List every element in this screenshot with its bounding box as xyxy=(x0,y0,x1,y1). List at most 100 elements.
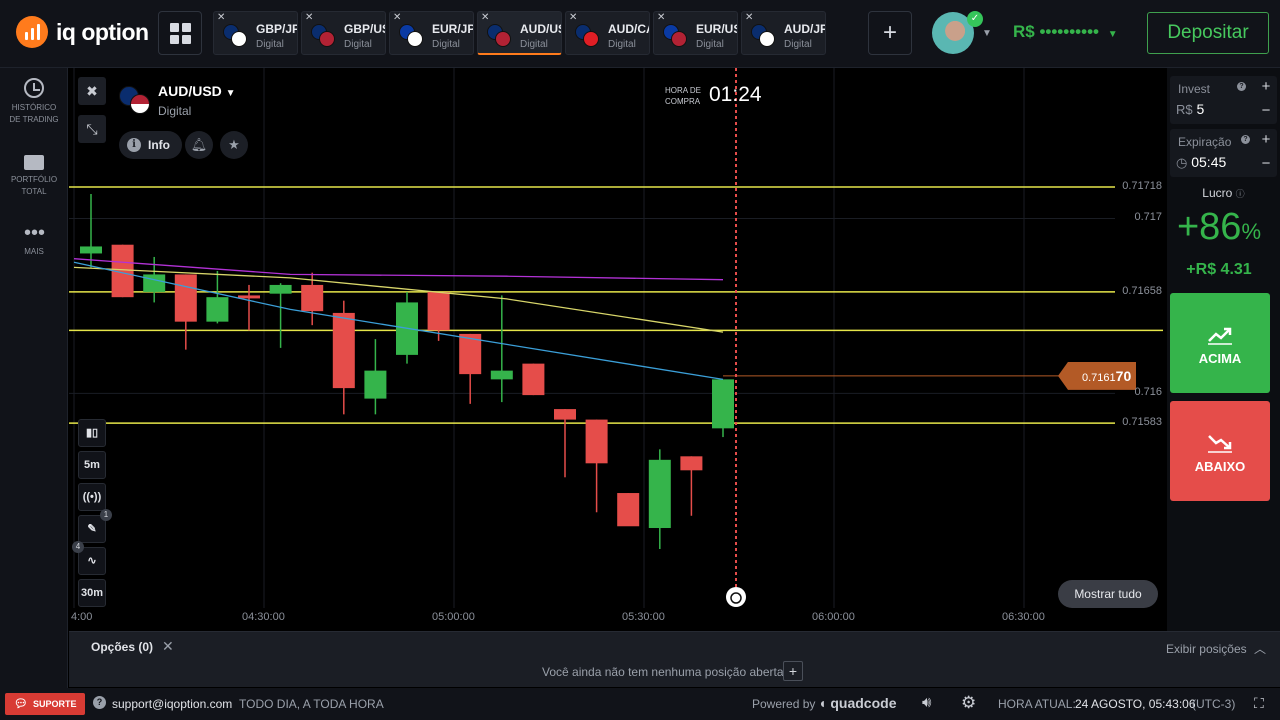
tab-type: Digital xyxy=(696,39,724,50)
alert-bell-button[interactable]: 🔔︎ xyxy=(185,131,213,159)
close-tab-icon[interactable]: ✕ xyxy=(305,12,313,23)
sidebar-item-label: PORTFÓLIO xyxy=(10,175,58,184)
sidebar-item-portfolio[interactable]: PORTFÓLIO TOTAL xyxy=(0,150,68,198)
y-tick-label: 0.716 xyxy=(1134,386,1162,399)
chart-down-icon xyxy=(1208,435,1232,453)
help-icon[interactable]: ? xyxy=(1237,82,1246,91)
asset-name: AUD/USD ▼ xyxy=(158,83,236,99)
support-button[interactable]: 💬︎ SUPORTE xyxy=(5,693,85,715)
invest-field[interactable]: Invest ? R$ 5 + − xyxy=(1170,76,1277,124)
x-tick-label: 06:30:00 xyxy=(1002,611,1045,623)
chevron-down-icon: ▼ xyxy=(1107,29,1118,40)
close-chart-button[interactable]: ✖ xyxy=(78,77,106,105)
x-tick-label: 4:00 xyxy=(71,611,93,623)
sidebar-item-label: TOTAL xyxy=(21,187,47,196)
chart-up-icon xyxy=(1208,327,1232,345)
volume-icon[interactable]: 🔊︎ xyxy=(922,694,931,711)
trade-panel: Invest ? R$ 5 + − Expiração ? ◷ 05:45 + … xyxy=(1167,68,1280,631)
tab-pair: GBP/JPY xyxy=(256,22,297,36)
asset-tab[interactable]: ✕ AUD/JPY Digital xyxy=(741,11,826,55)
invest-value[interactable]: R$ 5 xyxy=(1176,101,1204,117)
top-bar: iq option ✕ GBP/JPY Digital ✕ GBP/USD Digital… xyxy=(0,0,1280,68)
expiry-increase-button[interactable]: + xyxy=(1257,130,1275,152)
y-tick-label: 0.71658 xyxy=(1122,284,1162,297)
moving-average-line xyxy=(73,258,724,281)
current-time: 24 AGOSTO, 05:43:06 xyxy=(1075,697,1196,711)
invest-decrease-button[interactable]: − xyxy=(1257,101,1275,123)
candlestick-icon: ▮▯ xyxy=(85,427,99,439)
fullscreen-icon[interactable]: ⛶ xyxy=(1254,695,1264,712)
wave-icon: ∿ xyxy=(87,555,97,567)
verified-icon: ✓ xyxy=(967,11,983,27)
tab-type: Digital xyxy=(784,39,812,50)
signals-button[interactable]: ((•)) xyxy=(78,483,106,511)
asset-tab[interactable]: ✕ EUR/USD Digital xyxy=(653,11,738,55)
close-tab-icon[interactable]: ✕ xyxy=(569,12,577,23)
x-tick-label: 06:00:00 xyxy=(812,611,855,623)
asset-type: Digital xyxy=(158,104,192,118)
sidebar-item-more[interactable]: ••• MAIS xyxy=(0,223,68,258)
show-all-button[interactable]: Mostrar tudo xyxy=(1058,580,1158,608)
period-button[interactable]: 30m xyxy=(78,579,106,607)
close-tab-icon[interactable]: ✕ xyxy=(481,12,489,23)
options-bar: Opções (0) ✕ Você ainda não tem nenhuma … xyxy=(69,631,1280,687)
currency-flags-icon xyxy=(751,24,775,48)
tab-type: Digital xyxy=(432,39,460,50)
current-time-label: HORA ATUAL: xyxy=(998,697,1076,711)
tab-type: Digital xyxy=(608,39,636,50)
minimize-chart-button[interactable]: ⤡ xyxy=(78,115,106,143)
add-position-button[interactable]: + xyxy=(783,661,803,681)
tab-type: Digital xyxy=(256,39,284,50)
asset-tab[interactable]: ✕ GBP/USD Digital xyxy=(301,11,386,55)
balance-value: R$ •••••••••• xyxy=(1013,22,1099,41)
expiry-decrease-button[interactable]: − xyxy=(1257,154,1275,176)
candle xyxy=(522,363,545,396)
asset-tab[interactable]: ✕ AUD/USD Digital xyxy=(477,11,562,55)
timezone: (UTC-3) xyxy=(1192,697,1236,711)
balance-selector[interactable]: R$ •••••••••• ▼ xyxy=(1013,22,1118,42)
support-email[interactable]: support@iqoption.com xyxy=(112,697,232,711)
currency-flags-icon xyxy=(311,24,335,48)
candle xyxy=(174,274,197,322)
candle xyxy=(680,456,703,471)
star-icon: ★ xyxy=(228,137,240,152)
show-positions-toggle[interactable]: Exibir posições ︿ xyxy=(1166,640,1266,657)
add-asset-button[interactable]: + xyxy=(868,11,912,55)
timeframe-button[interactable]: 5m xyxy=(78,451,106,479)
put-label: ABAIXO xyxy=(1194,459,1246,474)
favorite-button[interactable]: ★ xyxy=(220,131,248,159)
options-tab[interactable]: Opções (0) xyxy=(91,640,153,654)
chart-type-button[interactable]: ▮▯ xyxy=(78,419,106,447)
close-tab-icon[interactable]: ✕ xyxy=(745,12,753,23)
expiry-value[interactable]: ◷ 05:45 xyxy=(1176,154,1226,171)
call-button[interactable]: ACIMA xyxy=(1170,293,1270,393)
chevron-down-icon[interactable]: ▼ xyxy=(982,28,992,39)
expiry-field[interactable]: Expiração ? ◷ 05:45 + − xyxy=(1170,129,1277,177)
broadcast-icon: ((•)) xyxy=(82,491,102,503)
purchase-time-label: HORA DE COMPRA xyxy=(665,86,702,106)
close-tab-icon[interactable]: ✕ xyxy=(657,12,665,23)
purchase-countdown: 01:24 xyxy=(709,83,762,106)
tab-pair: AUD/USD xyxy=(520,22,561,36)
drawing-tools-button[interactable]: ✎ 1 xyxy=(78,509,112,543)
asset-tab[interactable]: ✕ GBP/JPY Digital xyxy=(213,11,298,55)
close-tab-icon[interactable]: ✕ xyxy=(217,12,225,23)
tab-pair: EUR/USD xyxy=(696,22,737,36)
indicators-button[interactable]: ∿ 4 xyxy=(72,541,106,575)
brand-logo[interactable]: iq option xyxy=(16,16,149,48)
info-button[interactable]: i Info xyxy=(119,131,182,159)
close-icon[interactable]: ✕ xyxy=(162,638,174,655)
help-icon[interactable]: ? xyxy=(1241,135,1250,144)
asset-tab[interactable]: ✕ EUR/JPY Digital xyxy=(389,11,474,55)
invest-increase-button[interactable]: + xyxy=(1257,77,1275,99)
chart-area[interactable]: ✖ ⤡ AUD/USD ▼ Digital i Info 🔔︎ ★ HORA D… xyxy=(69,68,1167,631)
put-button[interactable]: ABAIXO xyxy=(1170,401,1270,501)
chat-icon: 💬︎ xyxy=(14,698,28,710)
deposit-button[interactable]: Depositar xyxy=(1147,12,1269,54)
asset-tab[interactable]: ✕ AUD/CAD Digital xyxy=(565,11,650,55)
settings-icon[interactable]: ⚙ xyxy=(961,693,976,713)
asset-grid-button[interactable] xyxy=(158,11,202,55)
sidebar-item-trading-history[interactable]: HISTÓRICO DE TRADING xyxy=(0,78,68,126)
close-tab-icon[interactable]: ✕ xyxy=(393,12,401,23)
clock-icon xyxy=(24,78,44,98)
